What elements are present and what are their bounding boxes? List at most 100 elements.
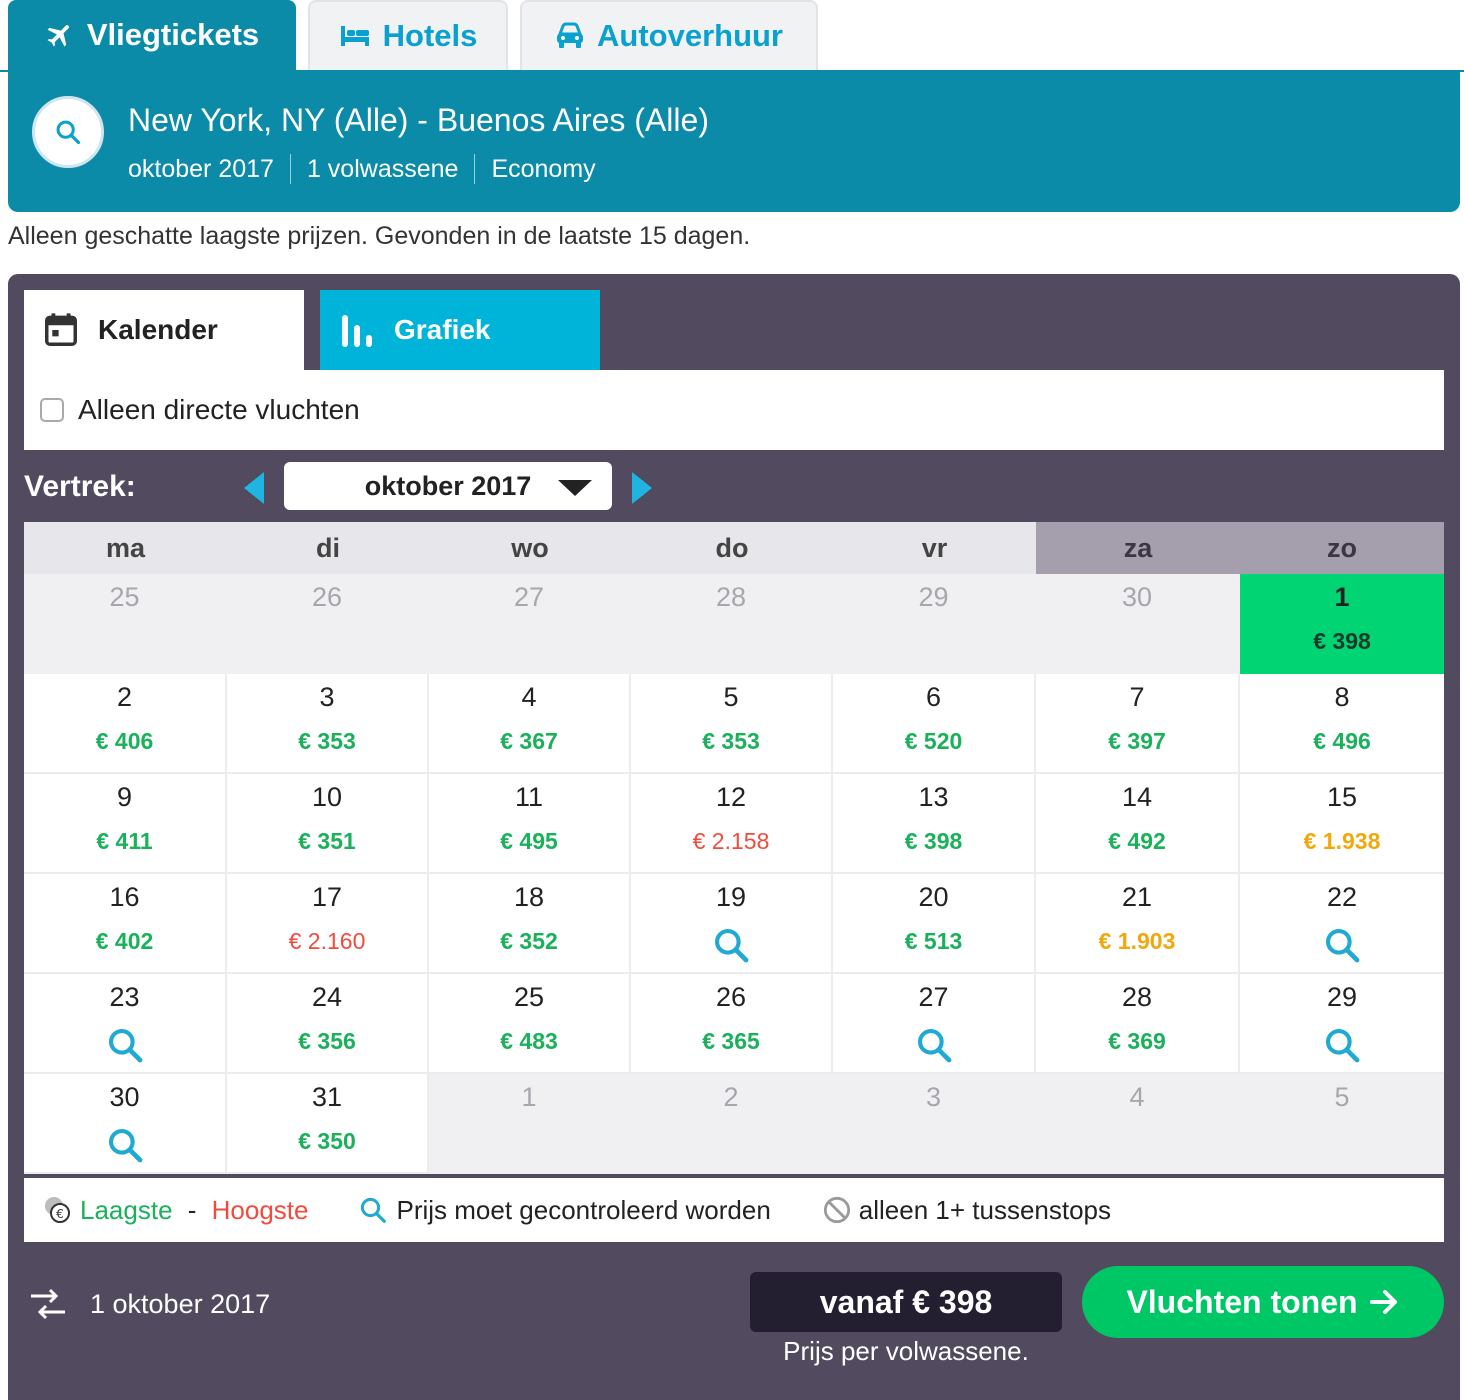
day-price: € 369 (1108, 1028, 1166, 1054)
calendar-day[interactable]: 11 € 495 (429, 774, 631, 874)
calendar-day[interactable]: 8 € 496 (1240, 674, 1444, 774)
search-icon[interactable] (106, 1126, 144, 1164)
day-price: € 351 (298, 828, 356, 854)
day-number: 27 (918, 982, 949, 1012)
tab-flights-label: Vliegtickets (86, 17, 260, 52)
day-price: € 397 (1108, 728, 1166, 754)
day-number: 1 (521, 1082, 537, 1112)
calendar-day[interactable]: 22 (1240, 874, 1444, 974)
selected-date-label: 1 oktober 2017 (90, 1288, 271, 1319)
day-number: 12 (715, 782, 747, 812)
calendar-day[interactable]: 10 € 351 (227, 774, 429, 874)
calendar-day[interactable]: 18 € 352 (429, 874, 631, 974)
departure-label: Vertrek: (24, 470, 136, 503)
calendar-day[interactable]: 27 (833, 974, 1036, 1074)
price-from: vanaf € 398 (750, 1272, 1062, 1332)
tab-chart[interactable]: Grafiek (320, 290, 600, 370)
day-price: € 398 (904, 828, 963, 854)
day-number: 10 (311, 782, 343, 812)
calendar-day-outside-month: 26 (227, 574, 429, 674)
day-price: € 1.903 (1098, 928, 1176, 954)
calendar-day[interactable]: 5 € 353 (631, 674, 833, 774)
calendar-day[interactable]: 13 € 398 (833, 774, 1036, 874)
search-icon[interactable] (915, 1026, 953, 1064)
weekday-header: ma di wo do vr za zo (24, 522, 1444, 574)
day-number: 3 (319, 682, 335, 712)
day-number: 8 (1334, 682, 1350, 712)
day-number: 11 (514, 782, 544, 812)
day-number: 15 (1326, 782, 1358, 812)
calendar-day-selected[interactable]: 1 € 398 (1240, 574, 1444, 674)
price-per-adult-note: Prijs per volwassene. (783, 1336, 1029, 1366)
calendar-day[interactable]: 21 € 1.903 (1036, 874, 1240, 974)
month-select[interactable]: oktober 2017 (284, 462, 612, 510)
calendar-day[interactable]: 12 € 2.158 (631, 774, 833, 874)
search-icon[interactable] (1323, 1026, 1361, 1064)
calendar-day[interactable]: 31 € 350 (227, 1074, 429, 1174)
search-icon[interactable] (106, 1026, 144, 1064)
search-icon[interactable] (1323, 926, 1361, 964)
search-summary[interactable]: New York, NY (Alle) - Buenos Aires (Alle… (8, 72, 1460, 212)
day-number: 26 (311, 582, 343, 612)
calendar-week: 16 € 402 17 € 2.160 18 € 352 19 20 € 513 21 € 1.90… (24, 874, 1444, 974)
day-price: € 398 (1313, 628, 1371, 654)
calendar-day[interactable]: 9 € 411 (24, 774, 227, 874)
calendar-day[interactable]: 24 € 356 (227, 974, 429, 1074)
departure-arrival-icon (31, 1288, 65, 1320)
edit-search-button[interactable] (32, 96, 104, 168)
previous-month-icon[interactable] (244, 472, 264, 504)
day-price: € 1.938 (1303, 828, 1381, 854)
day-price: € 367 (500, 728, 558, 754)
day-price: € 350 (298, 1128, 356, 1154)
divider (474, 154, 476, 184)
calendar-day-outside-month: 5 (1240, 1074, 1444, 1174)
calendar-day[interactable]: 2 € 406 (24, 674, 227, 774)
day-price: € 520 (904, 728, 963, 754)
calendar-day[interactable]: 15 € 1.938 (1240, 774, 1444, 874)
day-number: 6 (925, 682, 942, 712)
search-icon[interactable] (712, 926, 750, 964)
calendar-day-outside-month: 3 (833, 1074, 1036, 1174)
weekday-do: do (631, 522, 833, 574)
calendar-day[interactable]: 29 (1240, 974, 1444, 1074)
calendar-day[interactable]: 16 € 402 (24, 874, 227, 974)
calendar-day-outside-month: 2 (631, 1074, 833, 1174)
direct-flights-checkbox[interactable] (40, 398, 64, 422)
tab-flights[interactable]: Vliegtickets (8, 0, 296, 70)
day-number: 27 (513, 582, 545, 612)
legend-stops: alleen 1+ tussenstops (823, 1195, 1111, 1226)
direct-flights-filter: Alleen directe vluchten (24, 370, 1444, 450)
calendar-day[interactable]: 20 € 513 (833, 874, 1036, 974)
day-number: 2 (723, 1082, 739, 1112)
next-month-icon[interactable] (632, 472, 652, 504)
plane-icon (47, 25, 69, 47)
day-number: 29 (1326, 982, 1358, 1012)
calendar-day[interactable]: 23 (24, 974, 227, 1074)
calendar-day[interactable]: 4 € 367 (429, 674, 631, 774)
calendar-day[interactable]: 30 (24, 1074, 227, 1174)
calendar-day[interactable]: 6 € 520 (833, 674, 1036, 774)
day-number: 9 (116, 782, 133, 812)
calendar-day[interactable]: 19 (631, 874, 833, 974)
calendar-day[interactable]: 28 € 369 (1036, 974, 1240, 1074)
calendar-day[interactable]: 7 € 397 (1036, 674, 1240, 774)
calendar-panel: Kalender Grafiek Alleen directe vluchten… (8, 274, 1460, 1400)
tab-calendar-label: Kalender (98, 314, 218, 345)
tab-calendar[interactable]: Kalender (24, 290, 304, 370)
direct-flights-label[interactable]: Alleen directe vluchten (78, 394, 360, 426)
calendar-day[interactable]: 14 € 492 (1036, 774, 1240, 874)
calendar-day[interactable]: 25 € 483 (429, 974, 631, 1074)
day-price: € 356 (298, 1028, 356, 1054)
day-number: 13 (918, 782, 949, 812)
calendar-day[interactable]: 3 € 353 (227, 674, 429, 774)
calendar-day[interactable]: 26 € 365 (631, 974, 833, 1074)
weekday-wo: wo (429, 522, 631, 574)
show-flights-button[interactable]: Vluchten tonen (1082, 1266, 1444, 1338)
tab-hotels[interactable]: Hotels (308, 0, 508, 70)
calendar-day[interactable]: 17 € 2.160 (227, 874, 429, 974)
calendar-week: 2 € 406 3 € 353 4 € 367 5 € 353 6 € 520 7 € 397 8 € 4… (24, 674, 1444, 774)
calendar-week: 9 € 411 10 € 351 11 € 495 12 € 2.158 13 € 398 14 € … (24, 774, 1444, 874)
weekday-vr: vr (833, 522, 1036, 574)
tab-car-rental[interactable]: Autoverhuur (520, 0, 818, 70)
calendar-grid: ma di wo do vr za zo 25 26 27 28 29 30 1 € 398 2 € 406 3 €… (24, 522, 1444, 1174)
